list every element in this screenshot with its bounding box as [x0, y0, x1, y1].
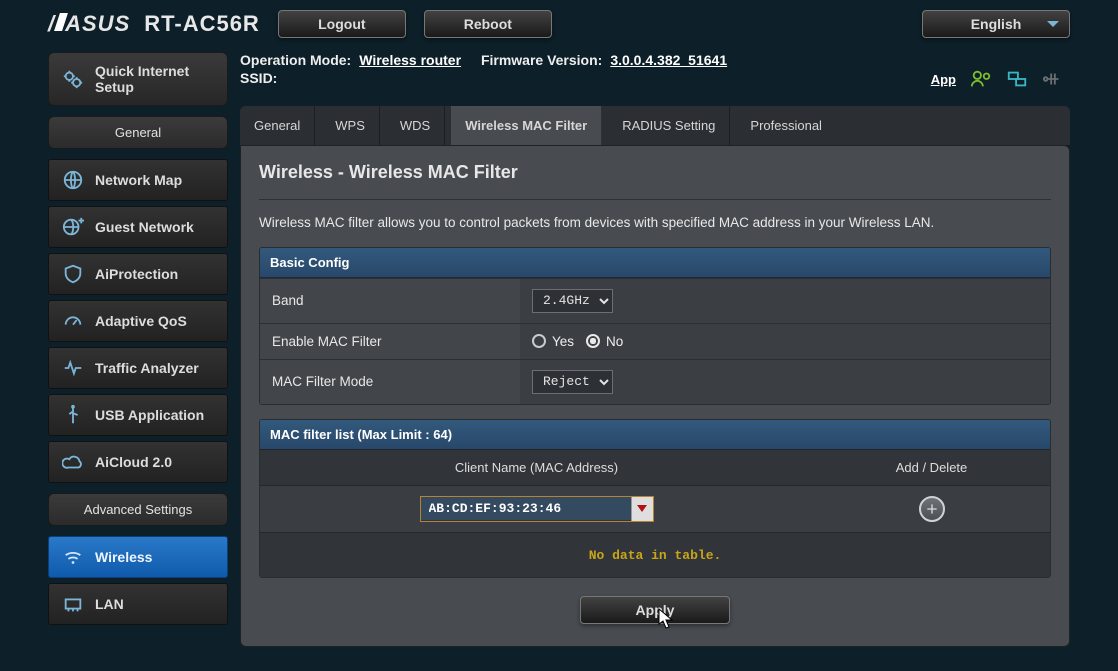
- globe-icon: [61, 168, 85, 192]
- nav-item-label: Traffic Analyzer: [95, 360, 199, 376]
- filter-mode-label: MAC Filter Mode: [260, 359, 520, 404]
- nav-item-label: LAN: [95, 596, 124, 612]
- language-label: English: [971, 16, 1022, 32]
- basic-config: Basic Config Band 2.4GHz Enable MAC Filt…: [259, 247, 1051, 405]
- enable-yes-radio[interactable]: [532, 334, 546, 348]
- filter-mode-select[interactable]: Reject: [532, 370, 613, 394]
- cloud-icon: [61, 450, 85, 474]
- pulse-icon: [61, 356, 85, 380]
- apply-button[interactable]: Apply: [580, 596, 730, 624]
- nav-guest-network[interactable]: Guest Network: [48, 206, 228, 248]
- user-icon[interactable]: [970, 68, 992, 90]
- band-select[interactable]: 2.4GHz: [532, 289, 613, 313]
- content-panel: Wireless - Wireless MAC Filter Wireless …: [240, 145, 1070, 647]
- firmware-label: Firmware Version:: [481, 52, 602, 68]
- nav-wireless[interactable]: Wireless: [48, 536, 228, 578]
- brand-logo: /ASUS RT-AC56R: [48, 11, 260, 37]
- tab-wps[interactable]: WPS: [321, 106, 380, 145]
- globe-plus-icon: [61, 215, 85, 239]
- mac-input-wrap: [420, 496, 654, 522]
- ethernet-icon: [61, 592, 85, 616]
- tab-wds[interactable]: WDS: [386, 106, 445, 145]
- chevron-down-icon: [637, 505, 647, 512]
- nav-adaptive-qos[interactable]: Adaptive QoS: [48, 300, 228, 342]
- col-client: Client Name (MAC Address): [260, 449, 813, 485]
- add-mac-button[interactable]: [919, 496, 945, 522]
- nav-item-label: Guest Network: [95, 219, 194, 235]
- tab-general[interactable]: General: [240, 106, 315, 145]
- tab-mac-filter[interactable]: Wireless MAC Filter: [451, 106, 602, 145]
- usb-status-icon[interactable]: [1042, 68, 1064, 90]
- mac-dropdown-button[interactable]: [631, 497, 653, 521]
- operation-mode-link[interactable]: Wireless router: [359, 52, 461, 68]
- col-action: Add / Delete: [813, 449, 1050, 485]
- sidebar-section-advanced: Advanced Settings: [48, 493, 228, 526]
- network-icon[interactable]: [1006, 68, 1028, 90]
- quick-internet-setup-label: Quick Internet Setup: [95, 63, 189, 95]
- mac-filter-list: MAC filter list (Max Limit : 64) Client …: [259, 419, 1051, 578]
- gauge-icon: [61, 309, 85, 333]
- nav-aiprotection[interactable]: AiProtection: [48, 253, 228, 295]
- gears-icon: [61, 67, 85, 91]
- firmware-link[interactable]: 3.0.0.4.382_51641: [610, 52, 727, 68]
- page-description: Wireless MAC filter allows you to contro…: [259, 214, 1051, 233]
- mac-address-input[interactable]: [421, 497, 631, 520]
- logout-button[interactable]: Logout: [278, 10, 406, 38]
- status-bar: Operation Mode: Wireless router Firmware…: [240, 52, 1070, 90]
- quick-internet-setup[interactable]: Quick Internet Setup: [48, 52, 228, 106]
- sidebar-section-general: General: [48, 116, 228, 149]
- page-title: Wireless - Wireless MAC Filter: [259, 162, 1051, 200]
- brand-text: /ASUS: [48, 11, 130, 37]
- nav-item-label: AiProtection: [95, 266, 178, 282]
- basic-config-header: Basic Config: [260, 248, 1050, 278]
- wireless-tabs: General WPS WDS Wireless MAC Filter RADI…: [240, 106, 1070, 145]
- shield-icon: [61, 262, 85, 286]
- operation-mode-label: Operation Mode:: [240, 52, 351, 68]
- nav-item-label: AiCloud 2.0: [95, 454, 172, 470]
- language-select[interactable]: English: [922, 10, 1070, 38]
- enable-filter-label: Enable MAC Filter: [260, 323, 520, 359]
- mac-list-header: MAC filter list (Max Limit : 64): [260, 420, 1050, 449]
- nav-network-map[interactable]: Network Map: [48, 159, 228, 201]
- model-text: RT-AC56R: [144, 11, 260, 37]
- empty-table-text: No data in table.: [589, 548, 722, 563]
- usb-icon: [61, 403, 85, 427]
- chevron-down-icon: [1047, 21, 1059, 27]
- nav-item-label: Wireless: [95, 549, 152, 565]
- nav-item-label: Network Map: [95, 172, 182, 188]
- tab-radius[interactable]: RADIUS Setting: [608, 106, 730, 145]
- enable-filter-no[interactable]: No: [586, 334, 623, 349]
- wifi-icon: [61, 545, 85, 569]
- reboot-button[interactable]: Reboot: [424, 10, 552, 38]
- nav-aicloud[interactable]: AiCloud 2.0: [48, 441, 228, 483]
- app-link[interactable]: App: [931, 72, 956, 87]
- enable-filter-yes[interactable]: Yes: [532, 334, 574, 349]
- nav-item-label: USB Application: [95, 407, 204, 423]
- tab-professional[interactable]: Professional: [736, 106, 836, 145]
- nav-traffic-analyzer[interactable]: Traffic Analyzer: [48, 347, 228, 389]
- enable-no-radio[interactable]: [586, 334, 600, 348]
- band-label: Band: [260, 278, 520, 323]
- nav-lan[interactable]: LAN: [48, 583, 228, 625]
- nav-item-label: Adaptive QoS: [95, 313, 187, 329]
- nav-usb-application[interactable]: USB Application: [48, 394, 228, 436]
- ssid-label: SSID:: [240, 70, 277, 86]
